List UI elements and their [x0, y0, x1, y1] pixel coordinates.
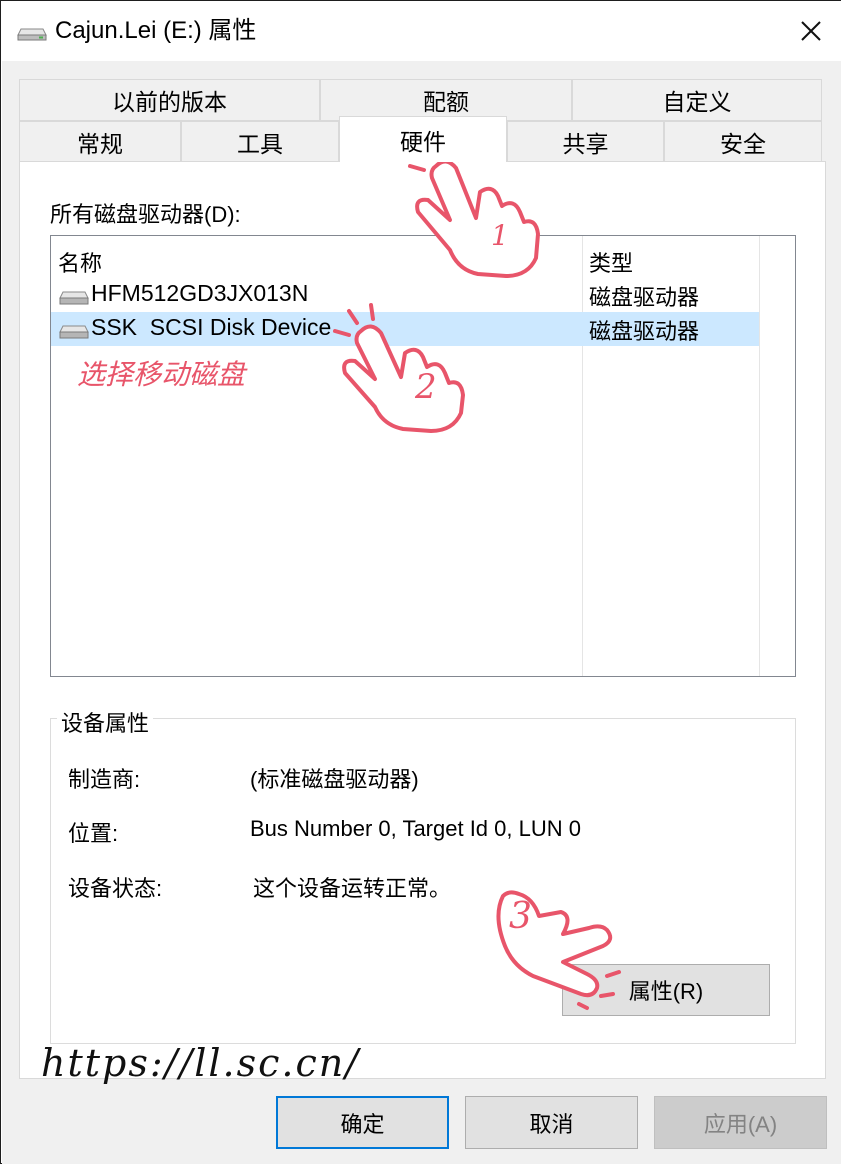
- list-item[interactable]: HFM512GD3JX013N 磁盘驱动器: [51, 278, 759, 312]
- ok-button[interactable]: 确定: [276, 1096, 449, 1149]
- manufacturer-label: 制造商:: [68, 767, 141, 792]
- close-button[interactable]: [781, 1, 841, 61]
- device-status-value: 这个设备运转正常。: [253, 876, 452, 901]
- manufacturer-value: (标准磁盘驱动器): [250, 767, 419, 792]
- column-header-name[interactable]: 名称: [58, 246, 102, 278]
- close-icon: [801, 21, 821, 41]
- properties-window: Cajun.Lei (E:) 属性 以前的版本 配额 自定义 常规 工具 硬件 …: [0, 0, 842, 1164]
- step-1-label: 1: [491, 219, 509, 252]
- device-properties-title: 设备属性: [57, 706, 154, 738]
- location-value: Bus Number 0, Target Id 0, LUN 0: [250, 816, 581, 841]
- cancel-button[interactable]: 取消: [465, 1096, 638, 1149]
- tab-quota[interactable]: 配额: [320, 79, 572, 121]
- drive-type: 磁盘驱动器: [589, 319, 700, 344]
- step-3-label: 3: [509, 896, 532, 937]
- tab-previous-versions[interactable]: 以前的版本: [19, 79, 320, 121]
- device-status-label: 设备状态:: [68, 876, 163, 901]
- tab-sharing[interactable]: 共享: [507, 121, 664, 162]
- step-2-label: 2: [415, 367, 437, 407]
- drive-icon: [17, 28, 47, 41]
- column-header-type[interactable]: 类型: [589, 246, 633, 278]
- drive-name: HFM512GD3JX013N: [91, 280, 309, 306]
- disk-drive-icon: [59, 325, 89, 339]
- tab-customize[interactable]: 自定义: [572, 79, 822, 121]
- tab-hardware[interactable]: 硬件: [339, 116, 507, 162]
- drives-list[interactable]: 名称 类型 HFM512GD3JX013N 磁盘驱动器 SSK SCSI Dis…: [50, 235, 796, 677]
- location-label: 位置:: [68, 821, 119, 846]
- drive-type: 磁盘驱动器: [589, 285, 700, 310]
- drive-name: SSK SCSI Disk Device: [91, 314, 332, 340]
- disk-drive-icon: [59, 291, 89, 305]
- watermark-url: https://ll.sc.cn/: [41, 1041, 361, 1085]
- tab-general[interactable]: 常规: [19, 121, 181, 162]
- annotation-note: 选择移动磁盘: [77, 358, 246, 391]
- title-bar[interactable]: Cajun.Lei (E:) 属性: [1, 1, 842, 61]
- tab-tools[interactable]: 工具: [181, 121, 339, 162]
- apply-button: 应用(A): [654, 1096, 827, 1149]
- tab-security[interactable]: 安全: [664, 121, 822, 162]
- window-title: Cajun.Lei (E:) 属性: [55, 17, 257, 44]
- list-item-selected[interactable]: SSK SCSI Disk Device 磁盘驱动器: [51, 312, 759, 346]
- drives-label: 所有磁盘驱动器(D):: [50, 202, 241, 227]
- device-properties-button[interactable]: 属性(R): [562, 964, 770, 1016]
- column-separator: [759, 236, 760, 676]
